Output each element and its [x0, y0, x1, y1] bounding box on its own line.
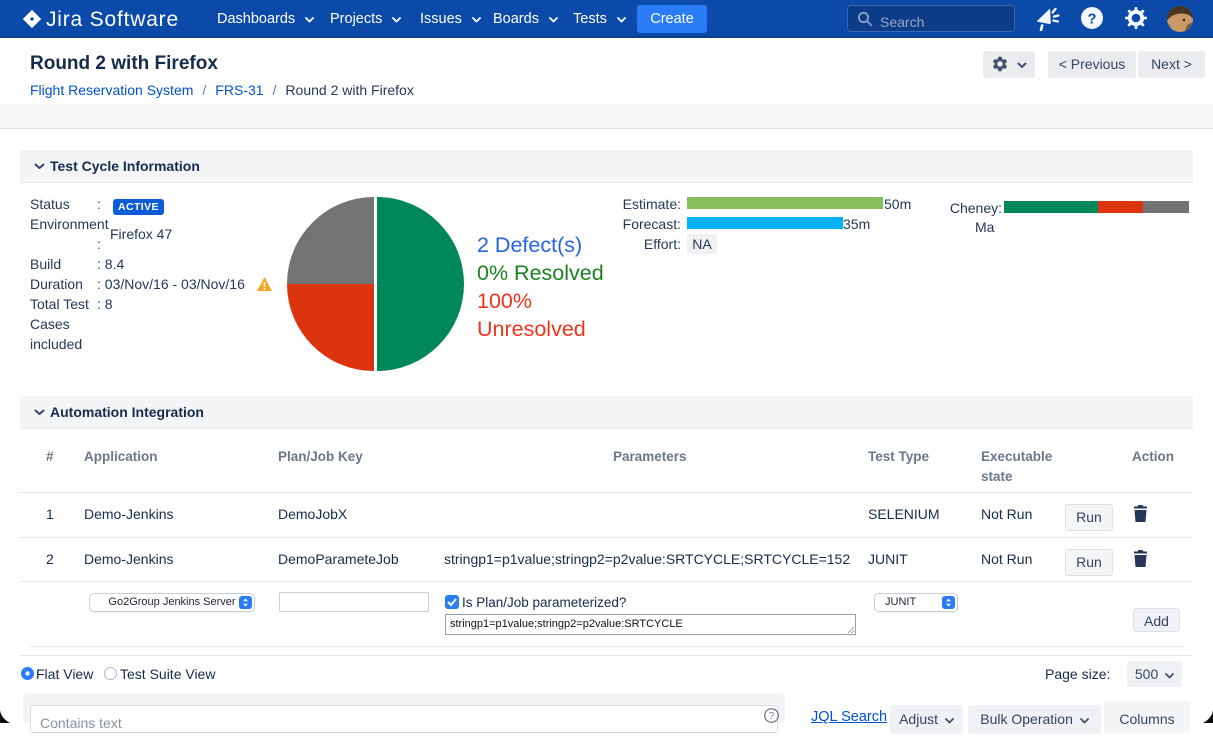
svg-text:?: ? [1088, 12, 1097, 28]
svg-text:?: ? [769, 711, 775, 722]
